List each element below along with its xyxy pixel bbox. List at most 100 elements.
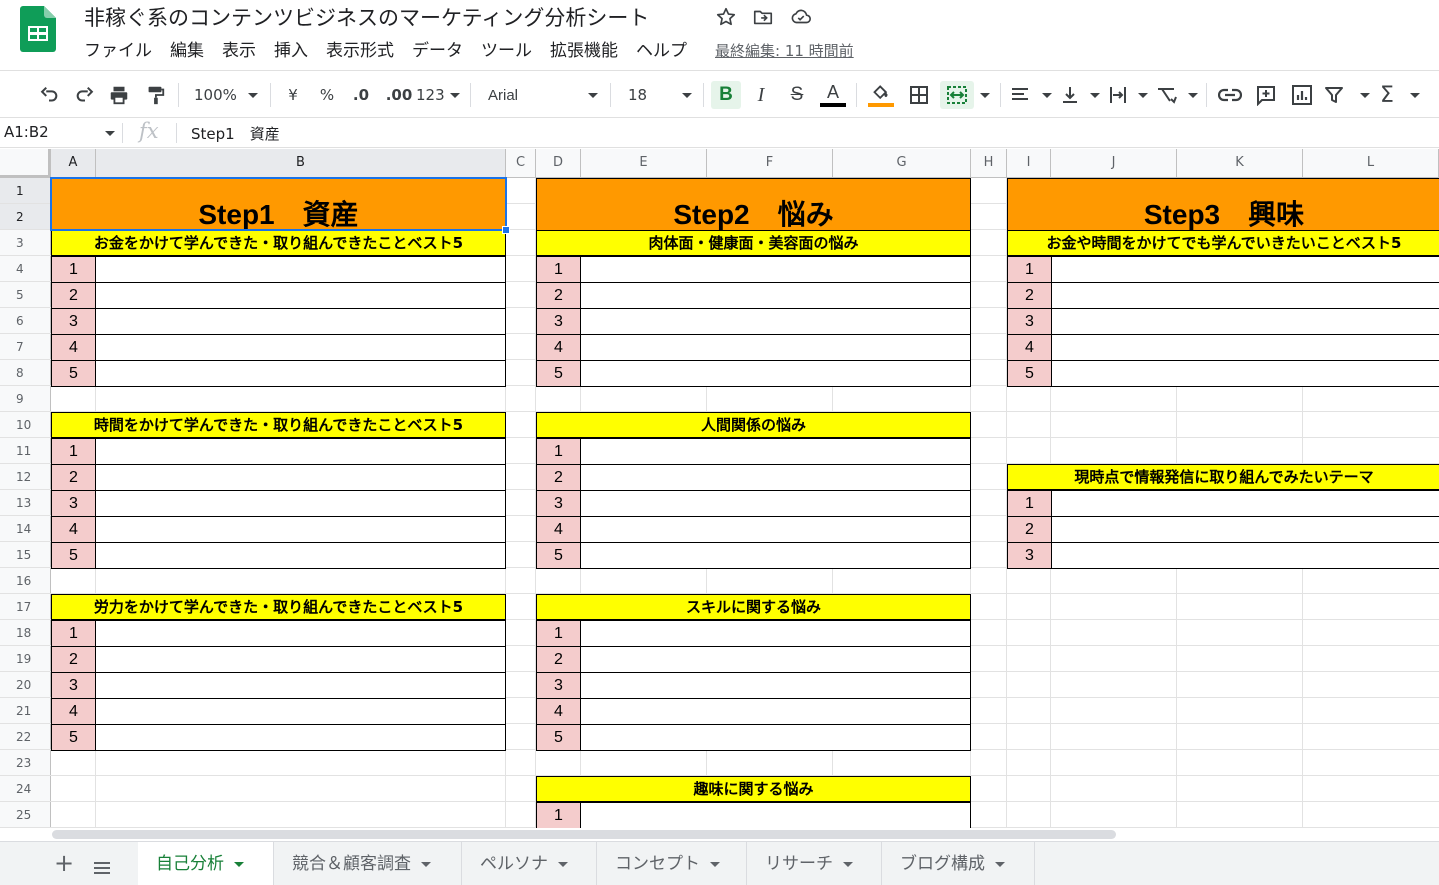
item-number[interactable]: 1: [536, 802, 581, 828]
document-title[interactable]: 非稼ぐ系のコンテンツビジネスのマーケティング分析シート: [84, 2, 649, 32]
row-header-21[interactable]: 21: [0, 698, 51, 724]
row-header-24[interactable]: 24: [0, 776, 51, 802]
row-header-14[interactable]: 14: [0, 516, 51, 542]
item-number[interactable]: 2: [51, 464, 96, 491]
row-header-1[interactable]: 1: [0, 178, 51, 204]
row-header-20[interactable]: 20: [0, 672, 51, 698]
item-input-cell[interactable]: [580, 698, 971, 725]
item-input-cell[interactable]: [95, 698, 506, 725]
item-number[interactable]: 5: [1007, 360, 1052, 387]
item-number[interactable]: 1: [1007, 490, 1052, 517]
item-number[interactable]: 1: [51, 620, 96, 647]
item-number[interactable]: 4: [536, 334, 581, 361]
column-header-l[interactable]: L: [1303, 149, 1439, 178]
selection-fill-handle[interactable]: [502, 226, 510, 234]
column-header-f[interactable]: F: [707, 149, 833, 178]
increase-decimal-button[interactable]: .00: [384, 81, 414, 109]
item-number[interactable]: 5: [51, 360, 96, 387]
item-number[interactable]: 3: [536, 308, 581, 335]
column-header-e[interactable]: E: [581, 149, 707, 178]
column-header-d[interactable]: D: [536, 149, 581, 178]
item-number[interactable]: 4: [51, 334, 96, 361]
merge-options-dropdown[interactable]: [978, 81, 992, 109]
menu-tools[interactable]: ツール: [481, 38, 532, 64]
column-header-h[interactable]: H: [971, 149, 1007, 178]
item-number[interactable]: 2: [51, 282, 96, 309]
currency-format-button[interactable]: ¥: [282, 81, 304, 109]
borders-icon[interactable]: [906, 81, 932, 109]
item-number[interactable]: 2: [1007, 516, 1052, 543]
move-to-folder-icon[interactable]: [752, 6, 774, 28]
text-color-button[interactable]: A: [818, 81, 848, 109]
item-input-cell[interactable]: [580, 438, 971, 465]
item-number[interactable]: 1: [536, 256, 581, 283]
item-number[interactable]: 4: [536, 516, 581, 543]
item-input-cell[interactable]: [580, 464, 971, 491]
percent-format-button[interactable]: %: [316, 81, 338, 109]
item-input-cell[interactable]: [580, 360, 971, 387]
sheet-tab[interactable]: ブログ構成: [882, 842, 1035, 885]
row-header-19[interactable]: 19: [0, 646, 51, 672]
item-input-cell[interactable]: [95, 646, 506, 673]
chevron-down-icon[interactable]: [421, 861, 431, 867]
item-input-cell[interactable]: [95, 308, 506, 335]
row-header-12[interactable]: 12: [0, 464, 51, 490]
item-number[interactable]: 3: [1007, 308, 1052, 335]
row-header-3[interactable]: 3: [0, 230, 51, 256]
item-input-cell[interactable]: [580, 802, 971, 828]
decrease-decimal-button[interactable]: .0: [348, 81, 374, 109]
item-number[interactable]: 5: [536, 724, 581, 751]
functions-button[interactable]: Σ: [1380, 81, 1420, 109]
item-input-cell[interactable]: [95, 724, 506, 751]
row-header-8[interactable]: 8: [0, 360, 51, 386]
menu-extensions[interactable]: 拡張機能: [550, 38, 618, 64]
row-header-18[interactable]: 18: [0, 620, 51, 646]
item-number[interactable]: 4: [1007, 334, 1052, 361]
row-header-15[interactable]: 15: [0, 542, 51, 568]
menu-insert[interactable]: 挿入: [274, 38, 308, 64]
item-input-cell[interactable]: [580, 334, 971, 361]
all-sheets-icon[interactable]: [94, 859, 110, 874]
item-number[interactable]: 3: [51, 490, 96, 517]
item-number[interactable]: 4: [51, 516, 96, 543]
item-number[interactable]: 2: [536, 282, 581, 309]
item-input-cell[interactable]: [95, 282, 506, 309]
chevron-down-icon[interactable]: [710, 861, 720, 867]
item-input-cell[interactable]: [580, 516, 971, 543]
insert-comment-icon[interactable]: [1252, 81, 1280, 109]
insert-link-icon[interactable]: [1216, 81, 1244, 109]
row-header-5[interactable]: 5: [0, 282, 51, 308]
item-input-cell[interactable]: [1051, 308, 1439, 335]
font-family-select[interactable]: Arial: [482, 81, 604, 109]
item-input-cell[interactable]: [1051, 282, 1439, 309]
item-number[interactable]: 5: [536, 360, 581, 387]
item-input-cell[interactable]: [95, 438, 506, 465]
horizontal-align-icon[interactable]: [1010, 81, 1052, 109]
column-header-i[interactable]: I: [1007, 149, 1051, 178]
item-input-cell[interactable]: [580, 542, 971, 569]
item-number[interactable]: 2: [536, 464, 581, 491]
item-input-cell[interactable]: [580, 646, 971, 673]
filter-icon[interactable]: [1324, 81, 1370, 109]
sheet-tab[interactable]: ペルソナ: [462, 842, 597, 885]
item-input-cell[interactable]: [95, 542, 506, 569]
item-input-cell[interactable]: [580, 724, 971, 751]
sheet-tab[interactable]: リサーチ: [747, 842, 882, 885]
app-logo[interactable]: [20, 6, 56, 52]
item-number[interactable]: 1: [536, 620, 581, 647]
column-header-g[interactable]: G: [833, 149, 971, 178]
item-number[interactable]: 1: [51, 256, 96, 283]
menu-format[interactable]: 表示形式: [326, 38, 394, 64]
horizontal-scrollbar[interactable]: [52, 830, 1116, 839]
step-header-3[interactable]: Step3 興味: [1007, 178, 1439, 231]
column-header-j[interactable]: J: [1051, 149, 1177, 178]
section-title[interactable]: 趣味に関する悩み: [536, 776, 971, 802]
select-all-corner[interactable]: [0, 149, 51, 178]
formula-input[interactable]: Step1 資産: [191, 123, 280, 144]
section-title[interactable]: 労力をかけて学んできた・取り組んできたことベスト5: [51, 594, 506, 620]
name-box[interactable]: A1:B2: [4, 123, 49, 141]
sheet-tab[interactable]: 競合＆顧客調査: [274, 842, 462, 885]
text-rotation-icon[interactable]: [1156, 81, 1198, 109]
fill-color-button[interactable]: [866, 81, 896, 109]
number-format-select[interactable]: 123: [416, 81, 460, 109]
